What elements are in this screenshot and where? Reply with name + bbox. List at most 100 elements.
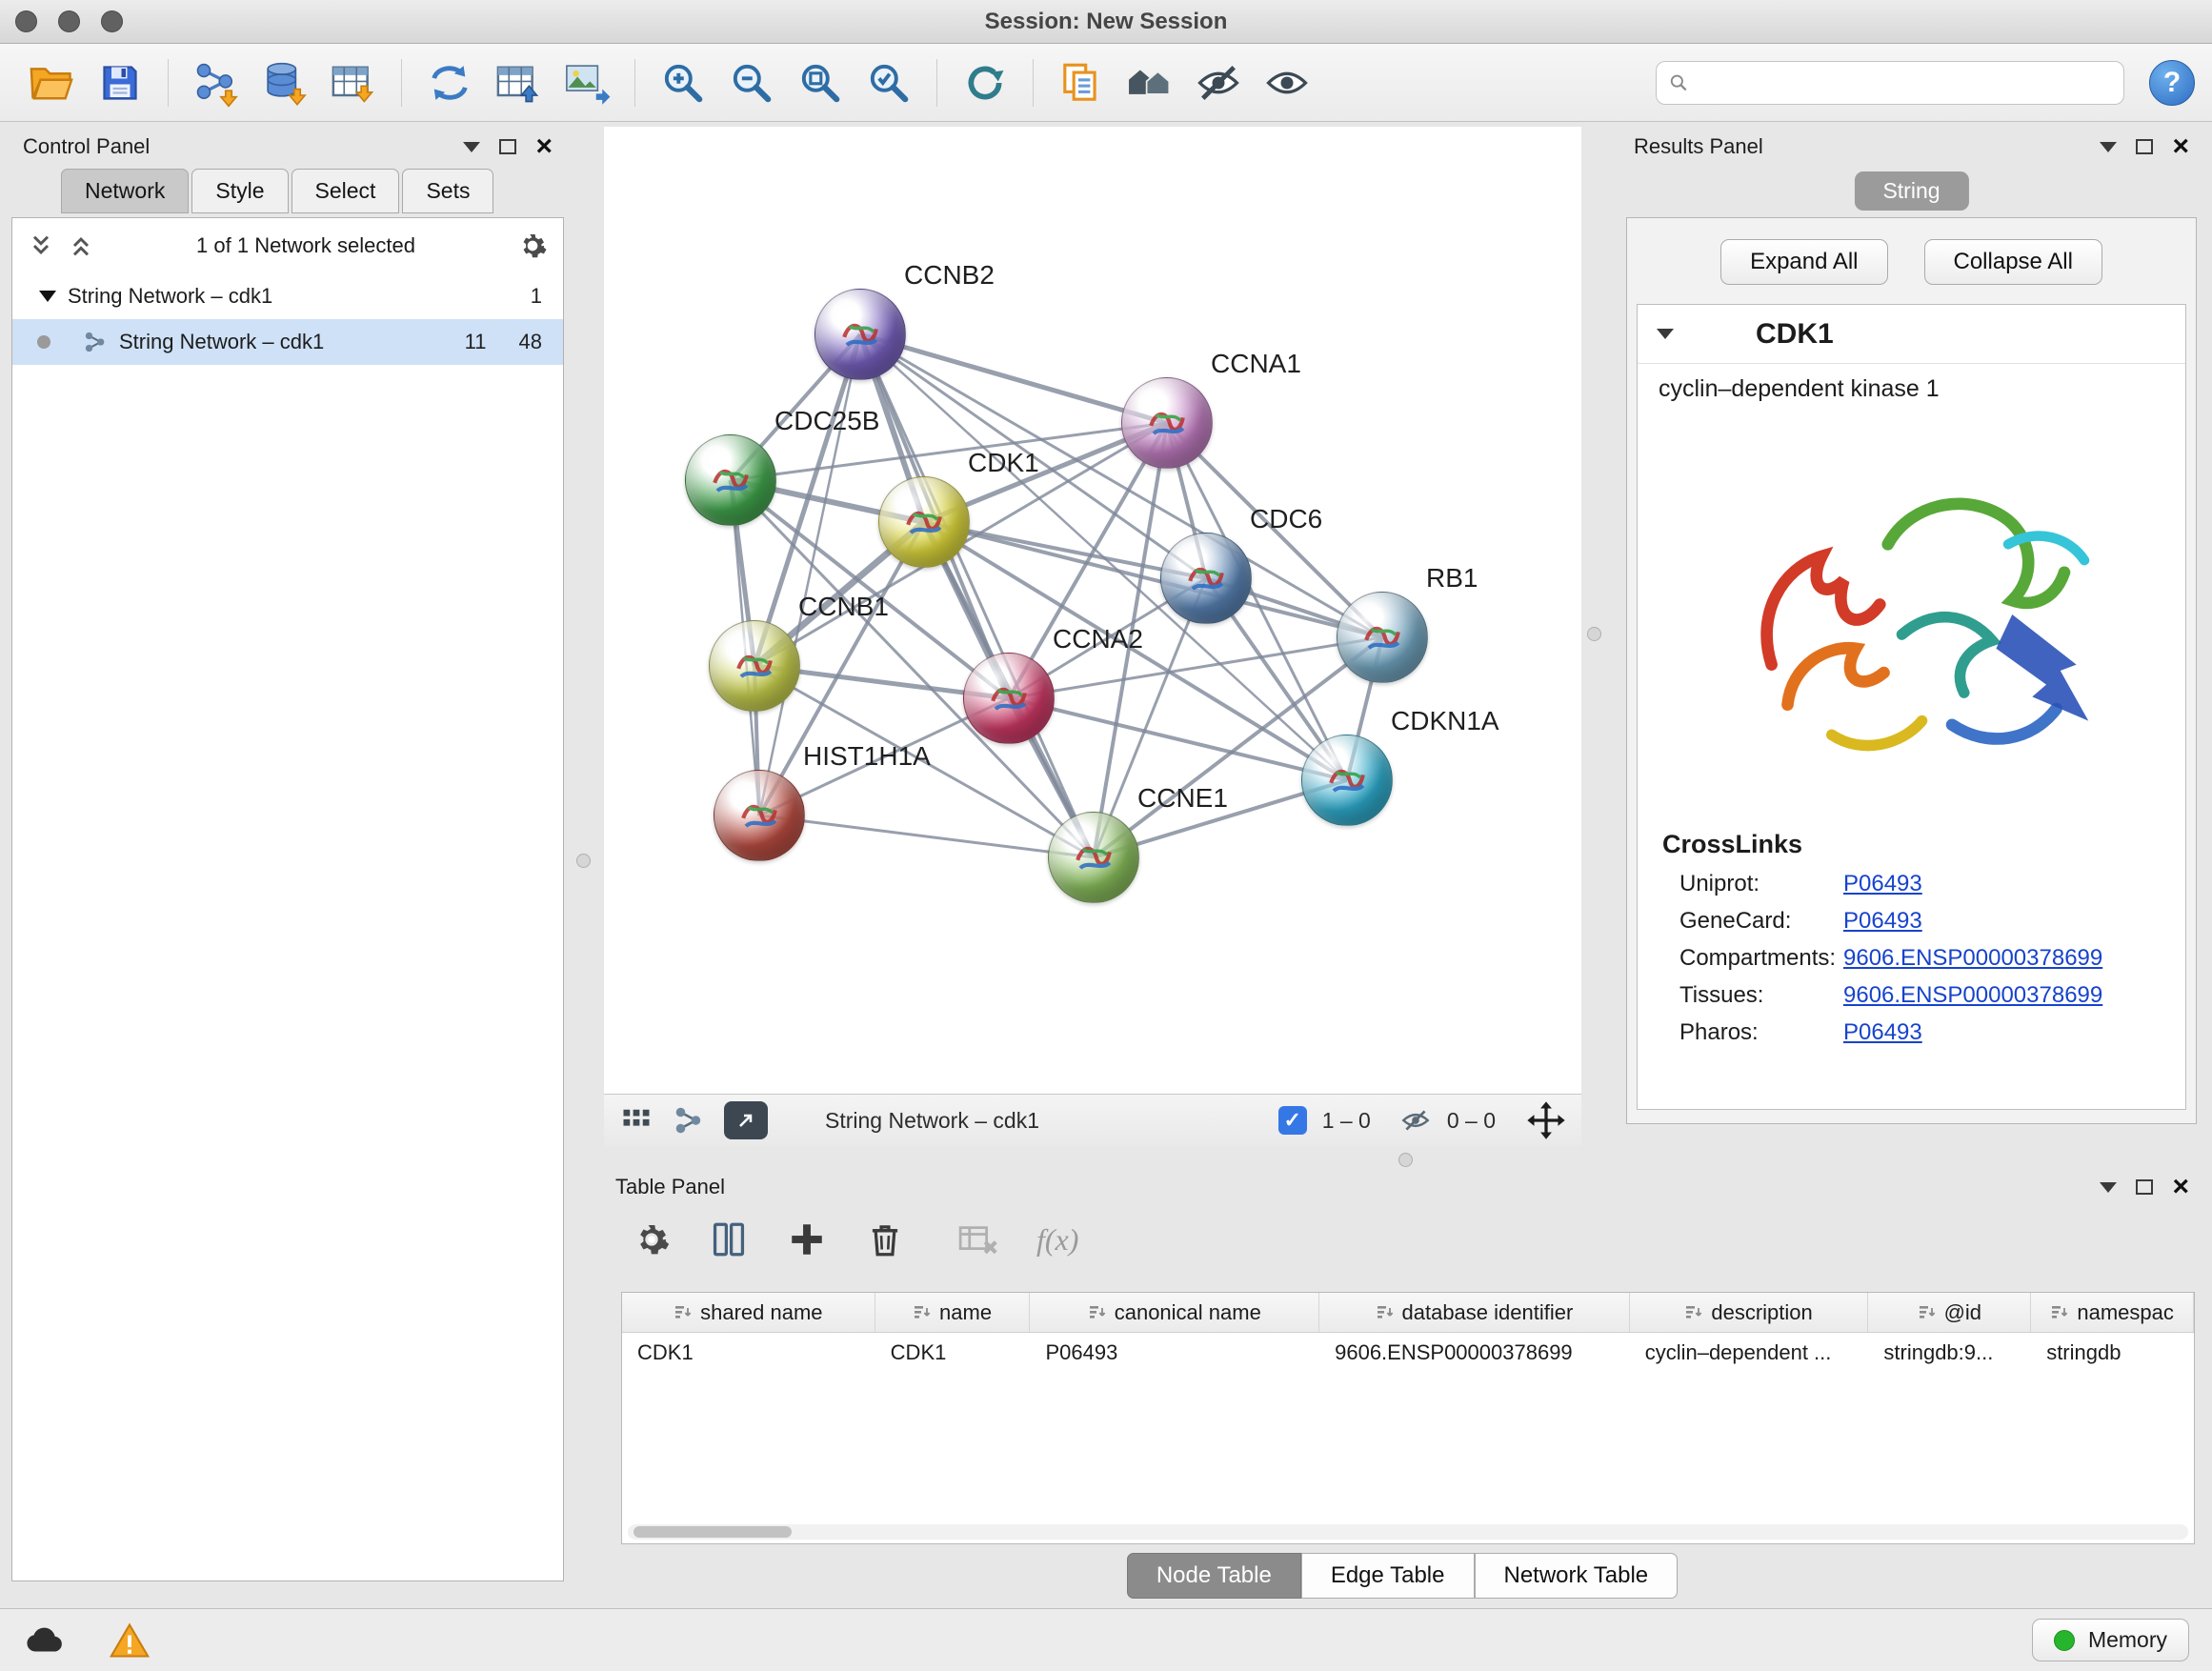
network-canvas[interactable]: CCNB2CCNA1CDC25BCDK1CDC6RB1CCNB1CCNA2CDK… bbox=[604, 127, 1581, 1094]
tab-edge-table[interactable]: Edge Table bbox=[1301, 1553, 1475, 1599]
network-node-cdk1[interactable] bbox=[878, 476, 970, 568]
network-node-ccnb1[interactable] bbox=[709, 620, 800, 712]
refresh-button[interactable] bbox=[951, 50, 1019, 115]
table-cell[interactable]: 9606.ENSP00000378699 bbox=[1319, 1333, 1630, 1373]
collapse-all-button[interactable]: Collapse All bbox=[1924, 239, 2102, 285]
horizontal-splitter-handle[interactable] bbox=[1398, 1153, 1413, 1167]
copy-document-button[interactable] bbox=[1047, 50, 1116, 115]
import-network-database-button[interactable] bbox=[251, 50, 319, 115]
column-header-shared-name[interactable]: shared name bbox=[622, 1293, 875, 1332]
zoom-out-button[interactable] bbox=[717, 50, 786, 115]
gear-icon[interactable] bbox=[517, 231, 548, 261]
import-table-file-button[interactable] bbox=[319, 50, 388, 115]
grid-icon[interactable] bbox=[619, 1103, 654, 1137]
crosslink-link[interactable]: 9606.ENSP00000378699 bbox=[1843, 945, 2102, 972]
column-header-namespac[interactable]: namespac bbox=[2031, 1293, 2194, 1332]
column-header-database-identifier[interactable]: database identifier bbox=[1319, 1293, 1630, 1332]
float-panel-icon[interactable] bbox=[2136, 1179, 2153, 1195]
column-header-name[interactable]: name bbox=[875, 1293, 1031, 1332]
left-splitter-handle[interactable] bbox=[576, 854, 591, 868]
horizontal-scrollbar[interactable] bbox=[628, 1524, 2188, 1540]
warning-icon[interactable] bbox=[109, 1621, 151, 1660]
tab-network[interactable]: Network bbox=[61, 169, 189, 213]
table-cell[interactable]: cyclin–dependent ... bbox=[1630, 1333, 1869, 1373]
export-network-button[interactable] bbox=[415, 50, 484, 115]
network-node-cdc25b[interactable] bbox=[685, 434, 776, 526]
network-node-cdc6[interactable] bbox=[1160, 533, 1252, 624]
network-node-ccna2[interactable] bbox=[963, 653, 1055, 744]
table-cell[interactable]: CDK1 bbox=[622, 1333, 875, 1373]
network-node-ccna1[interactable] bbox=[1121, 377, 1213, 469]
table-row[interactable]: CDK1CDK1P064939606.ENSP00000378699cyclin… bbox=[622, 1333, 2194, 1373]
scrollbar-thumb[interactable] bbox=[633, 1526, 792, 1538]
open-session-button[interactable] bbox=[17, 50, 86, 115]
cloud-icon[interactable] bbox=[23, 1621, 67, 1660]
string-results-tab[interactable]: String bbox=[1854, 171, 1968, 211]
network-node-hist1h1a[interactable] bbox=[714, 770, 805, 861]
search-field[interactable] bbox=[1656, 61, 2124, 105]
collection-row[interactable]: String Network – cdk1 1 bbox=[12, 273, 563, 319]
column-header-canonical-name[interactable]: canonical name bbox=[1030, 1293, 1319, 1332]
table-cell[interactable]: CDK1 bbox=[875, 1333, 1031, 1373]
save-session-button[interactable] bbox=[86, 50, 154, 115]
crosslink-link[interactable]: 9606.ENSP00000378699 bbox=[1843, 982, 2102, 1009]
help-button[interactable]: ? bbox=[2149, 60, 2195, 106]
network-edge[interactable] bbox=[860, 334, 1094, 857]
crosslink-link[interactable]: P06493 bbox=[1843, 908, 1922, 935]
crosslink-link[interactable]: P06493 bbox=[1843, 1019, 1922, 1046]
collapse-panel-icon[interactable] bbox=[2100, 1182, 2117, 1193]
close-panel-icon[interactable]: × bbox=[2172, 1173, 2189, 1201]
network-edge[interactable] bbox=[860, 334, 1167, 423]
collapse-panel-icon[interactable] bbox=[463, 142, 480, 152]
network-node-cdkn1a[interactable] bbox=[1301, 735, 1393, 826]
hide-selected-button[interactable] bbox=[1184, 50, 1253, 115]
close-panel-icon[interactable]: × bbox=[2172, 132, 2189, 161]
float-panel-icon[interactable] bbox=[499, 139, 516, 154]
double-chevron-up-icon[interactable] bbox=[68, 232, 94, 259]
minimize-window-button[interactable] bbox=[58, 10, 80, 32]
zoom-in-button[interactable] bbox=[649, 50, 717, 115]
gear-icon[interactable] bbox=[633, 1220, 671, 1258]
show-all-button[interactable] bbox=[1253, 50, 1321, 115]
table-cell[interactable]: P06493 bbox=[1030, 1333, 1319, 1373]
network-node-ccnb2[interactable] bbox=[814, 289, 906, 380]
gene-collapse-icon[interactable] bbox=[1657, 329, 1674, 339]
table-cell[interactable]: stringdb bbox=[2031, 1333, 2194, 1373]
collapse-panel-icon[interactable] bbox=[2100, 142, 2117, 152]
export-image-button[interactable] bbox=[553, 50, 621, 115]
trash-icon[interactable] bbox=[865, 1219, 905, 1259]
move-crosshair-icon[interactable] bbox=[1526, 1100, 1566, 1140]
search-input[interactable] bbox=[1697, 70, 2112, 95]
import-network-file-button[interactable] bbox=[182, 50, 251, 115]
column-header-@id[interactable]: @id bbox=[1868, 1293, 2031, 1332]
tab-style[interactable]: Style bbox=[191, 169, 288, 213]
tab-select[interactable]: Select bbox=[292, 169, 400, 213]
zoom-window-button[interactable] bbox=[101, 10, 123, 32]
tab-sets[interactable]: Sets bbox=[402, 169, 493, 213]
zoom-selected-button[interactable] bbox=[855, 50, 923, 115]
close-panel-icon[interactable]: × bbox=[535, 132, 553, 161]
table-cell[interactable]: stringdb:9... bbox=[1868, 1333, 2031, 1373]
export-table-button[interactable] bbox=[484, 50, 553, 115]
tab-node-table[interactable]: Node Table bbox=[1127, 1553, 1301, 1599]
float-panel-icon[interactable] bbox=[2136, 139, 2153, 154]
crosslink-link[interactable]: P06493 bbox=[1843, 871, 1922, 897]
network-analyzer-button[interactable] bbox=[1116, 50, 1184, 115]
expand-all-button[interactable]: Expand All bbox=[1720, 239, 1887, 285]
close-window-button[interactable] bbox=[15, 10, 37, 32]
column-header-description[interactable]: description bbox=[1630, 1293, 1869, 1332]
zoom-fit-button[interactable] bbox=[786, 50, 855, 115]
network-edge[interactable] bbox=[759, 815, 1094, 857]
tab-network-table[interactable]: Network Table bbox=[1475, 1553, 1679, 1599]
plus-icon[interactable] bbox=[787, 1219, 827, 1259]
network-row[interactable]: String Network – cdk1 11 48 bbox=[12, 319, 563, 365]
right-splitter-handle[interactable] bbox=[1587, 627, 1601, 641]
birdseye-icon[interactable] bbox=[673, 1104, 705, 1137]
open-in-browser-button[interactable] bbox=[724, 1101, 768, 1139]
double-chevron-down-icon[interactable] bbox=[28, 232, 54, 259]
memory-button[interactable]: Memory bbox=[2032, 1619, 2189, 1661]
network-node-rb1[interactable] bbox=[1337, 592, 1428, 683]
network-node-ccne1[interactable] bbox=[1048, 812, 1139, 903]
tree-expand-icon[interactable] bbox=[39, 291, 56, 302]
columns-icon[interactable] bbox=[709, 1219, 749, 1259]
